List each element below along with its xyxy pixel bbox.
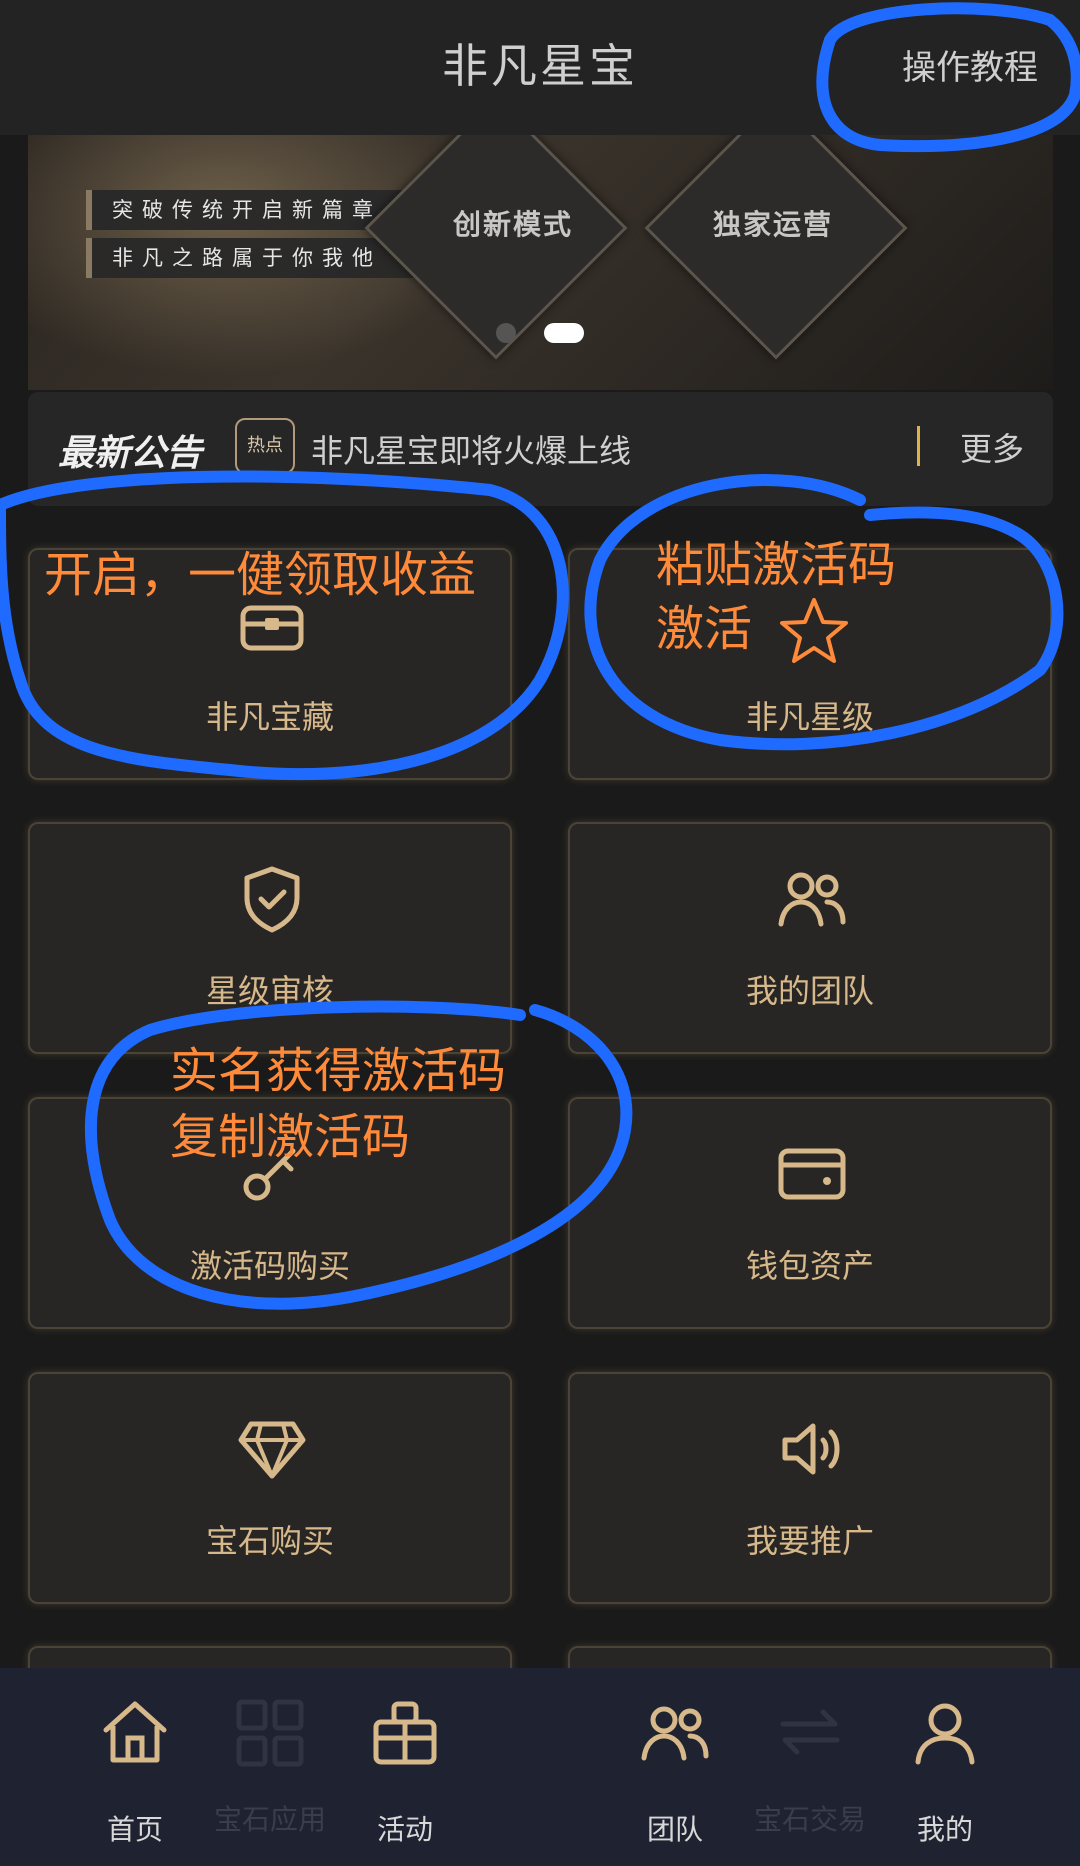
banner-carousel[interactable]: 突破传统开启新篇章 非凡之路属于你我他 创新模式 独家运营 bbox=[28, 135, 1053, 390]
carousel-dot[interactable] bbox=[496, 323, 516, 343]
tile-gem-purchase[interactable]: 宝石购买 bbox=[28, 1372, 512, 1604]
tile-label: 钱包资产 bbox=[745, 1247, 874, 1285]
user-icon bbox=[915, 1703, 975, 1765]
banner-slogan: 非凡之路属于你我他 bbox=[86, 238, 430, 278]
exchange-icon bbox=[780, 1709, 840, 1755]
tutorial-link[interactable]: 操作教程 bbox=[902, 40, 1038, 89]
tile-label: 激活码购买 bbox=[189, 1247, 350, 1285]
gift-icon bbox=[373, 1701, 437, 1765]
annotation-activate: 激活 bbox=[656, 601, 753, 657]
tile-label: 非凡宝藏 bbox=[205, 698, 334, 736]
tile-promote[interactable]: 我要推广 bbox=[568, 1372, 1052, 1604]
tile-label: 非凡星级 bbox=[745, 698, 874, 736]
team-icon bbox=[641, 1706, 709, 1761]
shield-check-icon bbox=[244, 866, 300, 933]
hot-badge: 热点 bbox=[235, 418, 295, 474]
nav-activity[interactable]: 活动 bbox=[325, 1668, 485, 1866]
banner-diamond bbox=[644, 135, 908, 360]
nav-mine[interactable]: 我的 bbox=[865, 1668, 1025, 1866]
notice-title: 最新公告 bbox=[58, 433, 203, 474]
tile-label: 宝石购买 bbox=[205, 1522, 334, 1560]
nav-label: 我的 bbox=[916, 1813, 973, 1846]
tile-label: 星级审核 bbox=[205, 972, 334, 1010]
carousel-dot-active[interactable] bbox=[544, 323, 584, 343]
tile-wallet[interactable]: 钱包资产 bbox=[568, 1097, 1052, 1329]
nav-label: 活动 bbox=[376, 1813, 433, 1846]
bottom-nav: 首页 宝石应用 活动 团队 宝石交易 我的 bbox=[0, 1668, 1080, 1866]
star-icon[interactable] bbox=[778, 596, 850, 666]
tile-label: 我要推广 bbox=[745, 1522, 874, 1560]
wallet-icon bbox=[778, 1148, 846, 1200]
gem-icon bbox=[238, 1421, 306, 1479]
notice-text[interactable]: 非凡星宝即将火爆上线 bbox=[311, 426, 631, 472]
speaker-icon bbox=[782, 1423, 840, 1475]
annotation-paste-code: 粘贴激活码 bbox=[656, 537, 897, 593]
top-bar: 非凡星宝 操作教程 bbox=[0, 0, 1080, 135]
notice-divider bbox=[917, 426, 920, 466]
more-link[interactable]: 更多 bbox=[960, 424, 1024, 470]
banner-diamond-label: 创新模式 bbox=[452, 208, 573, 241]
grid-icon bbox=[236, 1699, 304, 1767]
team-icon bbox=[778, 872, 846, 927]
home-icon bbox=[103, 1701, 167, 1763]
tile-star-review[interactable]: 星级审核 bbox=[28, 822, 512, 1054]
annotation-claim-earnings: 开启，一健领取收益 bbox=[44, 547, 477, 603]
annotation-realname-code: 实名获得激活码 bbox=[170, 1043, 507, 1099]
banner-diamond-label: 独家运营 bbox=[712, 208, 833, 241]
notice-bar: 最新公告 热点 非凡星宝即将火爆上线 更多 bbox=[28, 392, 1053, 506]
tile-label: 我的团队 bbox=[745, 972, 874, 1010]
annotation-copy-code: 复制激活码 bbox=[170, 1109, 411, 1165]
tile-my-team[interactable]: 我的团队 bbox=[568, 822, 1052, 1054]
